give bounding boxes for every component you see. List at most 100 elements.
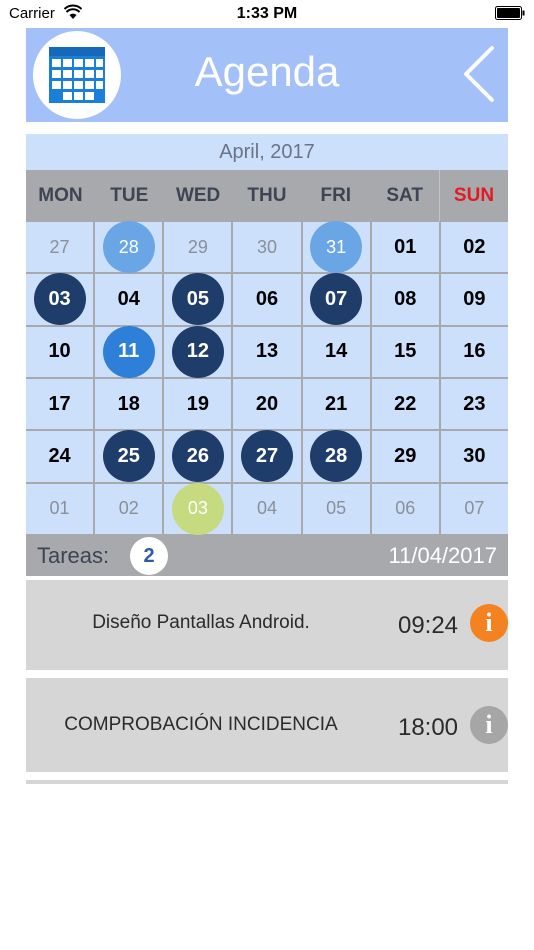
day-number: 19	[186, 392, 209, 415]
month-label: April, 2017	[26, 134, 508, 170]
calendar-day[interactable]: 07	[440, 483, 508, 534]
calendar-day[interactable]: 29	[164, 222, 232, 273]
app-header: Agenda	[26, 28, 508, 122]
calendar-day[interactable]: 28	[95, 221, 163, 274]
calendar-day[interactable]: 14	[302, 326, 370, 377]
calendar-day[interactable]: 05	[164, 273, 232, 326]
calendar-day[interactable]: 06	[233, 274, 301, 325]
calendar-day[interactable]: 04	[95, 274, 163, 325]
calendar-day[interactable]: 16	[440, 326, 508, 377]
day-number: 03	[48, 287, 71, 310]
day-number: 21	[325, 392, 348, 415]
calendar-day[interactable]: 22	[371, 378, 439, 430]
day-number: 14	[325, 340, 348, 363]
weekday-tue: TUE	[110, 185, 149, 206]
calendar-day[interactable]: 27	[233, 430, 301, 483]
day-number: 28	[325, 444, 348, 467]
calendar-day[interactable]: 02	[440, 222, 508, 273]
day-number: 11	[118, 340, 140, 363]
calendar-day[interactable]: 21	[302, 378, 370, 430]
day-number: 29	[187, 236, 208, 257]
calendar-day[interactable]: 06	[371, 483, 439, 534]
day-number: 25	[117, 444, 140, 467]
weekday-wed: WED	[175, 185, 221, 206]
day-number: 28	[118, 236, 139, 257]
day-number: 07	[325, 287, 348, 310]
day-number: 08	[394, 287, 417, 310]
calendar-day[interactable]: 04	[233, 483, 301, 534]
calendar-day[interactable]: 24	[26, 431, 94, 482]
day-number: 27	[255, 444, 279, 467]
day-number: 31	[326, 236, 347, 257]
day-number: 02	[463, 235, 486, 258]
calendar-day[interactable]: 15	[371, 326, 439, 377]
calendar-day[interactable]: 19	[164, 378, 232, 430]
day-number: 09	[463, 287, 486, 310]
page-title: Agenda	[194, 48, 340, 95]
day-number: 23	[463, 392, 486, 415]
calendar-day[interactable]: 08	[371, 274, 439, 325]
tasks-label: Tareas:	[37, 543, 110, 568]
calendar-day[interactable]: 12	[164, 325, 232, 378]
selected-date: 11/04/2017	[388, 543, 497, 568]
task-summary-bar: Tareas: 2 11/04/2017	[26, 536, 508, 576]
day-number: 05	[326, 498, 347, 519]
calendar-day[interactable]: 02	[95, 483, 163, 534]
day-number: 30	[463, 444, 486, 467]
calendar-day[interactable]: 30	[233, 222, 301, 273]
day-number: 07	[464, 498, 485, 519]
day-number: 05	[186, 287, 209, 310]
calendar-day[interactable]: 26	[164, 430, 232, 483]
day-number: 06	[395, 498, 416, 519]
calendar-day[interactable]: 25	[95, 430, 163, 483]
calendar-day[interactable]: 28	[302, 430, 370, 483]
calendar-day[interactable]: 29	[371, 431, 439, 482]
calendar-day[interactable]: 30	[440, 431, 508, 482]
chevron-left-icon[interactable]	[460, 44, 496, 104]
weekday-mon: MON	[38, 185, 83, 206]
calendar-day[interactable]: 18	[95, 378, 163, 430]
calendar-day[interactable]: 20	[233, 378, 301, 430]
calendar-day[interactable]: 01	[26, 483, 94, 534]
day-number: 10	[48, 340, 71, 363]
calendar-day[interactable]: 13	[233, 326, 301, 377]
info-icon[interactable]: i	[470, 604, 508, 642]
day-number: 26	[186, 444, 209, 467]
tasks-count-badge: 2	[130, 537, 168, 575]
calendar-day[interactable]: 27	[26, 222, 94, 273]
calendar-day[interactable]: 03	[26, 273, 94, 326]
day-number: 24	[48, 444, 71, 467]
day-number: 04	[117, 287, 140, 310]
day-number: 15	[394, 340, 417, 363]
calendar-day[interactable]: 03	[164, 482, 232, 535]
day-number: 03	[187, 498, 208, 519]
task-title: COMPROBACIÓN INCIDENCIA	[64, 714, 338, 735]
weekday-sun: SUN	[439, 170, 508, 222]
task-time: 09:24	[397, 612, 459, 639]
weekday-sat: SAT	[386, 185, 423, 206]
day-number: 18	[117, 392, 140, 415]
weekday-thu: THU	[247, 185, 287, 206]
day-number: 20	[255, 392, 279, 415]
calendar-grid: 27 28 29 30 31 01 02 03 04 05 06 07 08 09 10 11 12 13 14 15…	[26, 221, 508, 536]
calendar-day[interactable]: 07	[302, 273, 370, 326]
day-number: 16	[463, 340, 486, 363]
calendar-day[interactable]: 01	[371, 222, 439, 273]
day-number: 13	[255, 340, 279, 363]
task-title: Diseño Pantallas Android.	[92, 612, 310, 633]
info-icon[interactable]: i	[470, 706, 508, 744]
day-number: 06	[255, 287, 279, 310]
calendar-day[interactable]: 23	[440, 378, 508, 430]
calendar-day[interactable]: 11	[95, 325, 163, 378]
task-row[interactable]: Diseño Pantallas Android. 09:24 i	[26, 580, 508, 670]
day-number: 17	[48, 392, 71, 415]
day-number: 02	[118, 498, 139, 519]
calendar-day[interactable]: 05	[302, 483, 370, 534]
day-number: 27	[49, 236, 70, 257]
calendar-day[interactable]: 31	[302, 221, 370, 274]
weekday-fri: FRI	[320, 185, 352, 206]
calendar-day[interactable]: 09	[440, 274, 508, 325]
calendar-day[interactable]: 17	[26, 378, 94, 430]
task-row[interactable]: COMPROBACIÓN INCIDENCIA 18:00 i	[26, 678, 508, 772]
calendar-day[interactable]: 10	[26, 326, 94, 377]
